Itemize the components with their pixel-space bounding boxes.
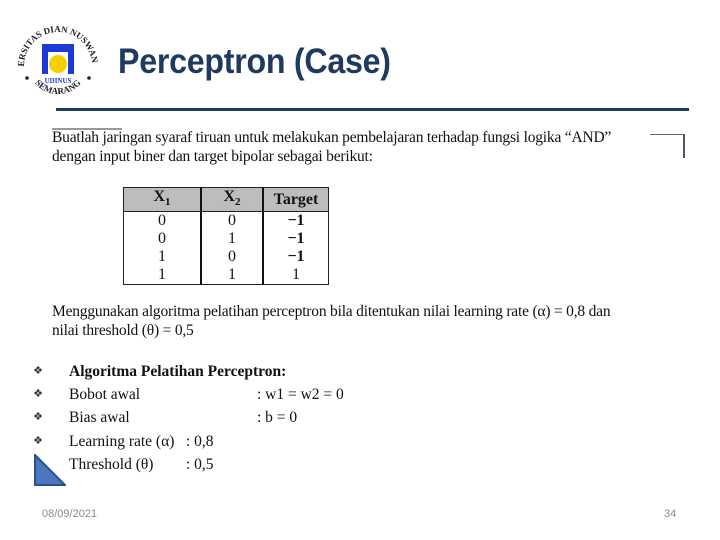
bullet-value: : b = 0 <box>257 409 298 427</box>
description-paragraph: Menggunakan algoritma pelatihan perceptr… <box>52 302 611 340</box>
slide-title: Perceptron (Case) <box>118 42 391 81</box>
description-line-2: nilai threshold (θ) = 0,5 <box>52 322 194 339</box>
cell-x2: 0 <box>200 211 264 231</box>
udinus-logo-icon: UNIVERSITAS DIAN NUSWANTORO SEMARANG UDI… <box>12 16 102 106</box>
header-x2-base: X <box>223 188 236 205</box>
diamond-bullet-icon: ❖ <box>33 411 43 424</box>
and-truth-table: X1 X2 Target 0 0 −1 0 1 −1 1 0 −1 1 1 1 <box>123 186 329 286</box>
cell-x2: 0 <box>200 248 264 267</box>
table-row: 1 1 1 <box>123 266 329 286</box>
table-row: 0 0 −1 <box>123 211 329 231</box>
bullet-label: Algoritma Pelatihan Perceptron: <box>69 363 287 380</box>
description-line-1: Menggunakan algoritma pelatihan perceptr… <box>52 303 611 320</box>
bullet-value: : 0,5 <box>186 455 214 473</box>
intro-paragraph: Buatlah jaringan syaraf tiruan untuk mel… <box>52 128 611 166</box>
intro-line-2: dengan input biner dan target bipolar se… <box>52 148 373 165</box>
header-x1: X1 <box>123 186 202 213</box>
cell-x1: 1 <box>123 248 202 267</box>
table-row: 0 1 −1 <box>123 230 329 249</box>
diamond-bullet-icon: ❖ <box>33 388 43 401</box>
cell-x1: 1 <box>123 266 202 286</box>
cell-target: 1 <box>262 266 329 286</box>
header-x2-sub: 2 <box>235 196 241 209</box>
title-underline <box>56 108 689 111</box>
cell-target: −1 <box>262 248 329 267</box>
bullet-value: : 0,8 <box>186 432 214 450</box>
bullet-label: Learning rate (α) <box>69 432 175 450</box>
table-row: 1 0 −1 <box>123 248 329 267</box>
bullet-value: : w1 = w2 = 0 <box>257 386 344 404</box>
table-header-row: X1 X2 Target <box>123 186 329 213</box>
cell-x1: 0 <box>123 230 202 249</box>
header-x1-base: X <box>153 188 166 205</box>
header-x2: X2 <box>200 186 264 213</box>
header-x1-sub: 1 <box>165 196 171 209</box>
cell-target: −1 <box>262 230 329 249</box>
bullet-label: Bobot awal <box>69 386 141 404</box>
header-target: Target <box>262 186 329 213</box>
cell-x2: 1 <box>200 266 264 286</box>
cell-target: −1 <box>262 211 329 231</box>
bullet-label: Threshold (θ) <box>69 455 154 473</box>
corner-triangle-icon <box>34 454 66 486</box>
bullet-label: Bias awal <box>69 409 130 427</box>
decorative-bracket-side <box>683 134 685 158</box>
footer-date: 08/09/2021 <box>42 508 98 520</box>
intro-line-1: Buatlah jaringan syaraf tiruan untuk mel… <box>52 129 612 146</box>
cell-x2: 1 <box>200 230 264 249</box>
diamond-bullet-icon: ❖ <box>33 434 43 447</box>
cell-x1: 0 <box>123 211 202 231</box>
logo-inner-text: UDINUS <box>45 77 72 85</box>
page-number: 34 <box>664 508 677 520</box>
diamond-bullet-icon: ❖ <box>33 365 43 377</box>
decorative-bracket-top <box>650 134 684 135</box>
